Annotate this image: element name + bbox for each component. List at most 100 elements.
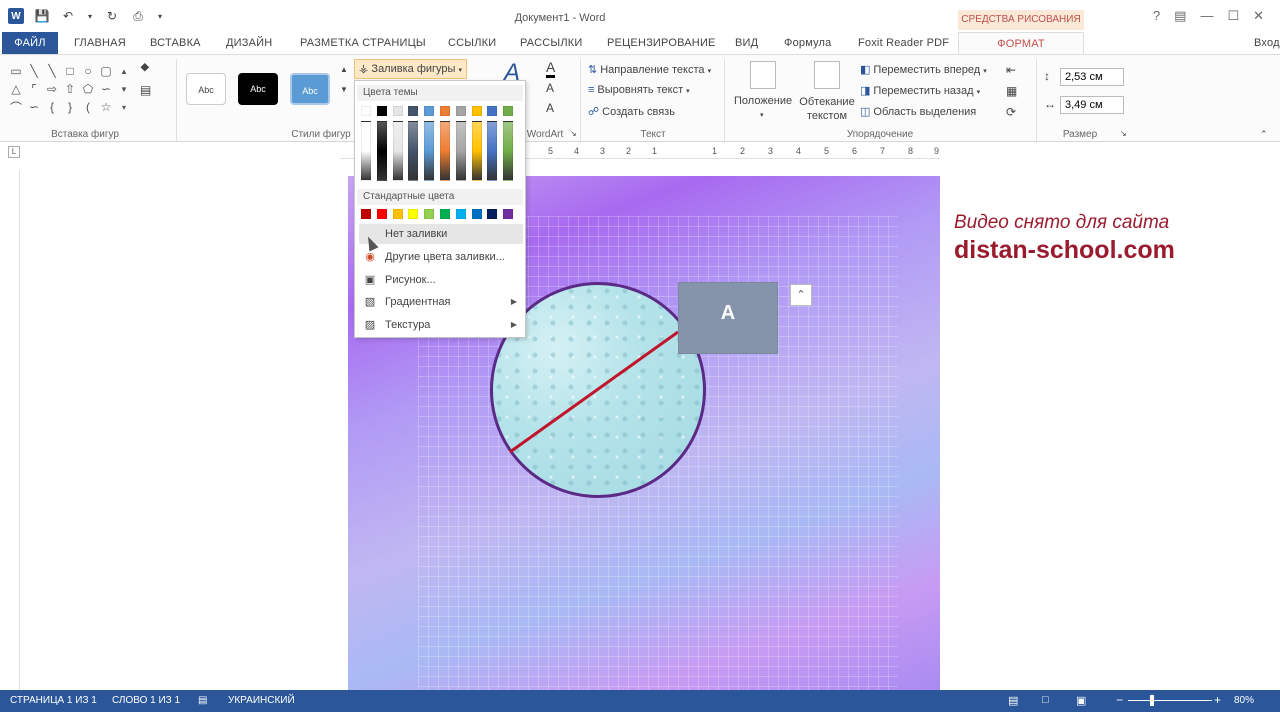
send-backward-button[interactable]: ◨ Переместить назад ▾: [860, 84, 980, 97]
word-count[interactable]: СЛОВО 1 ИЗ 1: [112, 695, 180, 706]
language-indicator[interactable]: УКРАИНСКИЙ: [228, 695, 295, 706]
text-effects-icon[interactable]: A: [546, 101, 554, 115]
wrap-text-label[interactable]: Обтекание текстом: [798, 95, 856, 123]
edit-shape-icon[interactable]: ⯁: [140, 61, 150, 76]
connector-shape-icon[interactable]: ⌜: [26, 81, 42, 97]
tab-file[interactable]: ФАЙЛ: [2, 32, 58, 54]
standard-color-swatch[interactable]: [392, 209, 403, 219]
rectangle-shape-icon[interactable]: □: [62, 63, 78, 79]
standard-color-swatch[interactable]: [487, 209, 498, 219]
curve-shape-icon[interactable]: ∽: [26, 99, 42, 115]
print-layout-icon[interactable]: □: [1042, 694, 1049, 706]
brace-shape-icon[interactable]: {: [44, 99, 60, 115]
brace-shape-icon[interactable]: }: [62, 99, 78, 115]
theme-color-swatch[interactable]: [455, 106, 466, 116]
picture-fill-item[interactable]: ▣ Рисунок...: [359, 270, 523, 290]
tab-references[interactable]: ССЫЛКИ: [448, 32, 496, 54]
rounded-rectangle-shape-icon[interactable]: ▢: [98, 63, 114, 79]
draw-text-box-icon[interactable]: ▤: [140, 83, 151, 97]
close-icon[interactable]: ✕: [1253, 8, 1264, 24]
wrap-text-icon[interactable]: [814, 61, 840, 89]
text-box-shape-icon[interactable]: ▭: [8, 63, 24, 79]
maximize-icon[interactable]: ☐: [1227, 8, 1239, 24]
zoom-slider-track[interactable]: [1128, 700, 1212, 701]
theme-color-shades[interactable]: [424, 121, 435, 181]
scroll-down-icon[interactable]: ▼: [116, 81, 132, 97]
standard-color-swatch[interactable]: [503, 209, 514, 219]
gradient-fill-item[interactable]: ▧ Градиентная ▶: [359, 292, 523, 312]
tab-design[interactable]: ДИЗАЙН: [226, 32, 272, 54]
arrow-shape-icon[interactable]: ⇨: [44, 81, 60, 97]
layout-options-icon[interactable]: ⌃: [790, 284, 812, 306]
texture-fill-item[interactable]: ▨ Текстура ▶: [359, 315, 523, 335]
text-fill-icon[interactable]: A: [546, 59, 556, 78]
page-count[interactable]: СТРАНИЦА 1 ИЗ 1: [10, 695, 97, 706]
collapse-ribbon-icon[interactable]: ⌃: [1260, 129, 1268, 140]
style-gallery-down-icon[interactable]: ▼: [340, 85, 348, 94]
style-sample-outline[interactable]: Abc: [186, 73, 226, 105]
tab-home[interactable]: ГЛАВНАЯ: [74, 32, 126, 54]
standard-color-swatch[interactable]: [471, 209, 482, 219]
tab-format[interactable]: ФОРМАТ: [958, 32, 1084, 54]
theme-color-shades[interactable]: [361, 121, 371, 181]
theme-color-shades[interactable]: [503, 121, 514, 181]
oval-shape-icon[interactable]: ○: [80, 63, 96, 79]
pentagon-shape-icon[interactable]: ⬠: [80, 81, 96, 97]
standard-color-swatch[interactable]: [455, 209, 466, 219]
zoom-out-button[interactable]: −: [1116, 693, 1123, 707]
tab-review[interactable]: РЕЦЕНЗИРОВАНИЕ: [607, 32, 716, 54]
curve-shape-icon[interactable]: ∽: [98, 81, 114, 97]
align-text-button[interactable]: ≡ Выровнять текст ▾: [588, 84, 690, 96]
theme-color-swatch[interactable]: [361, 106, 371, 116]
ribbon-display-icon[interactable]: ▤: [1174, 8, 1186, 24]
sign-in-link[interactable]: Вход: [1254, 32, 1280, 54]
standard-color-swatch[interactable]: [440, 209, 450, 219]
read-mode-icon[interactable]: ▤: [1008, 694, 1018, 707]
star-shape-icon[interactable]: ☆: [98, 99, 114, 115]
triangle-shape-icon[interactable]: △: [8, 81, 24, 97]
tab-formula[interactable]: Формула: [784, 32, 831, 54]
standard-color-swatch[interactable]: [361, 209, 371, 219]
no-fill-item[interactable]: Нет заливки: [359, 224, 523, 244]
theme-color-swatch[interactable]: [471, 106, 482, 116]
scroll-up-icon[interactable]: ▲: [116, 63, 132, 79]
style-gallery-up-icon[interactable]: ▲: [340, 65, 348, 74]
shape-height-input[interactable]: [1060, 68, 1124, 86]
text-direction-button[interactable]: ⇅ Направление текста ▾: [588, 63, 711, 76]
tab-selector-icon[interactable]: L: [8, 146, 20, 158]
align-icon[interactable]: ⇤: [1006, 63, 1016, 77]
more-shapes-icon[interactable]: ▾: [116, 99, 132, 115]
standard-color-swatch[interactable]: [376, 209, 387, 219]
theme-color-swatch[interactable]: [440, 106, 450, 116]
tab-view[interactable]: ВИД: [735, 32, 758, 54]
web-layout-icon[interactable]: ▣: [1076, 694, 1086, 707]
rotate-icon[interactable]: ⟳: [1006, 105, 1016, 119]
arrow-shape-icon[interactable]: ⇧: [62, 81, 78, 97]
theme-color-shades[interactable]: [440, 121, 450, 181]
vertical-ruler[interactable]: [6, 170, 20, 690]
chevron-down-icon[interactable]: ▾: [760, 111, 764, 119]
tab-foxit[interactable]: Foxit Reader PDF: [858, 32, 949, 54]
theme-color-swatch[interactable]: [376, 106, 387, 116]
theme-color-shades[interactable]: [471, 121, 482, 181]
theme-color-swatch[interactable]: [503, 106, 514, 116]
shapes-gallery[interactable]: ▭ ╲ ╲ □ ○ ▢ ▲ △ ⌜ ⇨ ⇧ ⬠ ∽ ▼ ⌒ ∽ { } ( ☆ …: [8, 63, 134, 115]
style-sample-black[interactable]: Abc: [238, 73, 278, 105]
line-shape-icon[interactable]: ╲: [44, 63, 60, 79]
rectangle-shape-a[interactable]: A: [678, 282, 778, 354]
style-sample-blue[interactable]: Abc: [290, 73, 330, 105]
help-button[interactable]: ?: [1153, 8, 1160, 24]
zoom-in-button[interactable]: +: [1214, 693, 1221, 707]
shape-fill-button[interactable]: ⚶ Заливка фигуры ▾: [354, 59, 468, 79]
tab-insert[interactable]: ВСТАВКА: [150, 32, 201, 54]
dialog-launcher-icon[interactable]: ↘: [1120, 129, 1127, 138]
diameter-line-stroke[interactable]: [509, 330, 679, 454]
standard-color-swatch[interactable]: [408, 209, 419, 219]
dialog-launcher-icon[interactable]: ↘: [570, 129, 577, 138]
theme-color-shades[interactable]: [455, 121, 466, 181]
text-outline-icon[interactable]: A: [546, 81, 554, 95]
shape-width-input[interactable]: [1060, 96, 1124, 114]
group-icon[interactable]: ▦: [1006, 84, 1017, 98]
tab-page-layout[interactable]: РАЗМЕТКА СТРАНИЦЫ: [300, 32, 426, 54]
arc-shape-icon[interactable]: ⌒: [8, 99, 24, 115]
